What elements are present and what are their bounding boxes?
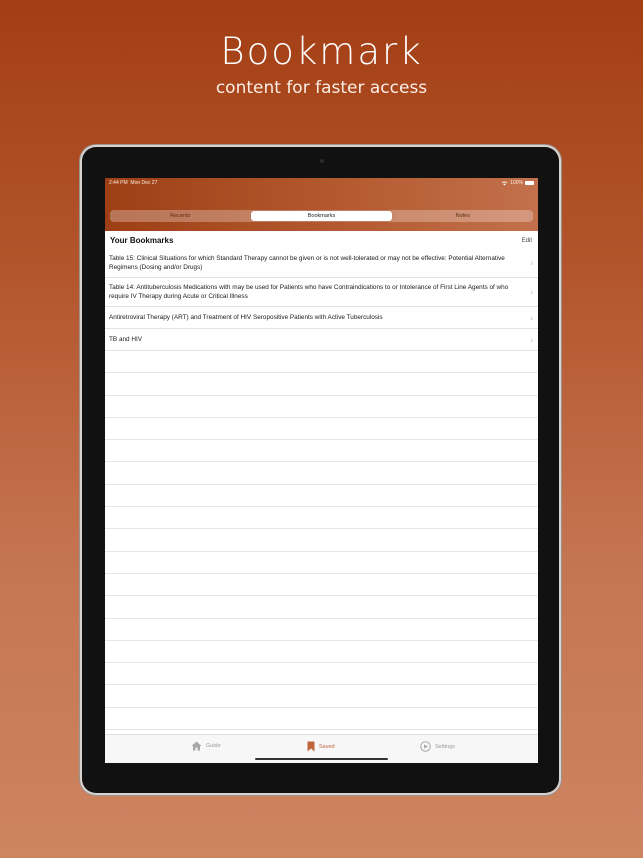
section-title: Your Bookmarks [110, 236, 174, 245]
tab-bar: Guide Saved Settings [105, 734, 538, 763]
wifi-icon [501, 181, 508, 185]
segment-bookmarks[interactable]: Bookmarks [251, 211, 392, 221]
battery-percent: 100% [510, 180, 523, 186]
empty-row [105, 440, 538, 463]
list-header: Your Bookmarks Edit [105, 235, 538, 249]
empty-row [105, 619, 538, 641]
chevron-right-icon: › [530, 313, 533, 322]
empty-row [105, 462, 538, 485]
empty-row [105, 641, 538, 664]
empty-row [105, 396, 538, 418]
tab-settings-label: Settings [435, 743, 455, 750]
ipad-frame: 2:44 PM Mon Dec 27 100% Recents Bookmark… [82, 147, 559, 793]
empty-row [105, 485, 538, 508]
tab-saved-label: Saved [319, 743, 335, 750]
tab-settings[interactable]: Settings [420, 741, 455, 752]
status-time: 2:44 PM [109, 180, 128, 186]
app-screen: 2:44 PM Mon Dec 27 100% Recents Bookmark… [105, 178, 538, 763]
status-bar: 2:44 PM Mon Dec 27 100% [109, 180, 534, 189]
segment-notes[interactable]: Notes [393, 210, 533, 222]
edit-button[interactable]: Edit [522, 238, 532, 244]
bookmark-icon [307, 741, 315, 752]
empty-row [105, 708, 538, 731]
tab-guide[interactable]: Guide [191, 741, 221, 751]
settings-icon [420, 741, 431, 752]
empty-row [105, 418, 538, 441]
nav-bar: 2:44 PM Mon Dec 27 100% Recents Bookmark… [105, 178, 538, 231]
status-date: Mon Dec 27 [130, 180, 158, 186]
segmented-control: Recents Bookmarks Notes [110, 210, 533, 222]
empty-row [105, 552, 538, 574]
empty-row [105, 596, 538, 619]
tab-guide-label: Guide [206, 743, 221, 749]
hero-subtitle: content for faster access [215, 78, 428, 98]
empty-row [105, 529, 538, 552]
chevron-right-icon: › [530, 258, 533, 268]
empty-row [105, 685, 538, 708]
list-item[interactable]: Antiretroviral Therapy (ART) and Treatme… [105, 307, 538, 329]
list-item[interactable]: Table 15: Clinical Situations for which … [105, 249, 538, 278]
list-item[interactable]: Table 14: Antituberculosis Medications w… [105, 278, 538, 307]
bookmark-list: Table 15: Clinical Situations for which … [105, 249, 538, 753]
house-icon [191, 741, 202, 751]
empty-row [105, 507, 538, 530]
hero-title: Bookmark [220, 30, 423, 73]
home-indicator[interactable] [255, 758, 388, 760]
list-item-label: Antiretroviral Therapy (ART) and Treatme… [109, 314, 383, 321]
empty-row [105, 351, 538, 374]
tab-saved[interactable]: Saved [307, 741, 335, 752]
list-item-label: Table 15: Clinical Situations for which … [109, 255, 505, 271]
list-item-label: TB and HIV [109, 336, 143, 343]
segment-recents[interactable]: Recents [110, 210, 250, 222]
empty-row [105, 663, 538, 686]
chevron-right-icon: › [530, 287, 533, 297]
battery-icon [525, 181, 534, 185]
status-right: 100% [501, 180, 534, 186]
empty-row [105, 574, 538, 597]
list-item-label: Table 14: Antituberculosis Medications w… [109, 284, 509, 300]
status-time-date: 2:44 PM Mon Dec 27 [109, 180, 157, 186]
empty-row [105, 373, 538, 396]
list-item[interactable]: TB and HIV › [105, 329, 538, 351]
camera-icon [320, 159, 324, 163]
chevron-right-icon: › [530, 335, 533, 344]
